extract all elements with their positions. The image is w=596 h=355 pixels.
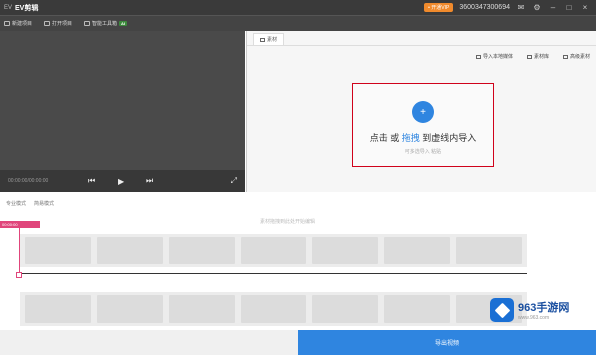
clip-placeholder bbox=[25, 237, 91, 264]
library-button[interactable]: 素材库 bbox=[526, 53, 549, 60]
clip-placeholder bbox=[96, 295, 163, 323]
timeline-mode-tabs: 专业模式 简易模式 bbox=[6, 200, 54, 207]
new-project-icon bbox=[4, 21, 10, 26]
watermark-text: 963手游网 www.963.com bbox=[518, 299, 569, 321]
clip-placeholder bbox=[456, 237, 523, 264]
prev-frame-icon[interactable]: ⏮ bbox=[88, 176, 95, 186]
watermark-name: 963手游网 bbox=[518, 302, 570, 314]
main-toolbar: 新建项目 打开项目 智能工具箱 AI bbox=[0, 15, 596, 31]
tab-pro-mode[interactable]: 专业模式 bbox=[6, 200, 26, 207]
import-local-icon bbox=[475, 54, 481, 59]
clip-placeholder bbox=[240, 295, 307, 323]
new-project-label: 新建项目 bbox=[12, 21, 33, 27]
clip-placeholder bbox=[384, 295, 451, 323]
import-local-label: 导入本地媒体 bbox=[482, 54, 513, 60]
audio-track[interactable] bbox=[20, 292, 527, 326]
folder-icon bbox=[260, 37, 265, 42]
watermark-url: www.963.com bbox=[518, 315, 550, 321]
settings-icon[interactable]: ⚙ bbox=[532, 0, 542, 15]
logo-mark: EV bbox=[4, 4, 13, 11]
clip-placeholder bbox=[25, 295, 91, 323]
titlebar-right: • 开通VIP 3600347300694 ✉ ⚙ – □ × bbox=[424, 0, 596, 15]
timeline-hint: 素材拖拽到此处开始编辑 bbox=[260, 219, 316, 225]
toolbox-icon bbox=[84, 21, 91, 26]
premium-label: 高级素材 bbox=[569, 54, 590, 60]
library-icon bbox=[526, 54, 532, 59]
import-or-text: 或 bbox=[387, 133, 402, 143]
toolbox-label: 智能工具箱 bbox=[92, 21, 118, 27]
track-divider bbox=[20, 273, 527, 274]
export-button[interactable]: 导出视频 bbox=[298, 330, 596, 355]
site-watermark: 963手游网 www.963.com bbox=[490, 298, 569, 322]
play-icon[interactable]: ▶ bbox=[118, 177, 124, 186]
video-preview: 00:00:00/00:00:00 ⏮ ▶ ⏭ ⤢ bbox=[0, 31, 245, 192]
open-project-button[interactable]: 打开项目 bbox=[44, 20, 72, 27]
import-click-text: 点击 bbox=[369, 133, 388, 143]
media-panel: 素材 导入本地媒体 素材库 高级素材 + 点击 或 拖拽 到虚线内导入 可多选导… bbox=[246, 31, 596, 192]
import-local-button[interactable]: 导入本地媒体 bbox=[475, 53, 513, 60]
ai-badge: AI bbox=[119, 21, 128, 26]
close-button[interactable]: × bbox=[580, 0, 590, 15]
playhead-handle[interactable] bbox=[16, 272, 22, 278]
clip-placeholder bbox=[312, 295, 379, 323]
title-bar: EV EV剪辑 • 开通VIP 3600347300694 ✉ ⚙ – □ × bbox=[0, 0, 596, 15]
media-actions: 导入本地媒体 素材库 高级素材 bbox=[475, 53, 590, 60]
playhead-line[interactable] bbox=[19, 228, 20, 276]
open-project-icon bbox=[44, 21, 51, 26]
add-media-icon[interactable]: + bbox=[412, 101, 434, 123]
next-frame-icon[interactable]: ⏭ bbox=[146, 176, 153, 186]
video-track[interactable] bbox=[20, 234, 527, 267]
user-id[interactable]: 3600347300694 bbox=[459, 4, 510, 11]
tab-simple-mode[interactable]: 简易模式 bbox=[34, 200, 54, 207]
watermark-logo-icon bbox=[490, 298, 514, 322]
import-instruction: 点击 或 拖拽 到虚线内导入 bbox=[370, 131, 477, 144]
import-suffix-text: 到虚线内导入 bbox=[419, 133, 477, 143]
clip-placeholder bbox=[384, 237, 451, 264]
message-icon[interactable]: ✉ bbox=[516, 0, 526, 15]
playhead-time[interactable]: 00:00:00 bbox=[0, 221, 40, 228]
import-drag-text: 拖拽 bbox=[401, 133, 420, 143]
new-project-button[interactable]: 新建项目 bbox=[4, 20, 32, 27]
tab-media-label: 素材 bbox=[267, 37, 278, 43]
minimize-button[interactable]: – bbox=[548, 0, 558, 15]
toolbox-button[interactable]: 智能工具箱 AI bbox=[84, 20, 128, 27]
playback-controls: 00:00:00/00:00:00 ⏮ ▶ ⏭ ⤢ bbox=[0, 170, 245, 192]
fullscreen-icon[interactable]: ⤢ bbox=[231, 176, 237, 186]
import-subtext: 可多选导入 粘贴 bbox=[404, 149, 442, 155]
premium-icon bbox=[562, 54, 568, 59]
library-label: 素材库 bbox=[533, 54, 549, 60]
clip-placeholder bbox=[168, 295, 235, 323]
open-project-label: 打开项目 bbox=[52, 21, 73, 27]
clip-placeholder bbox=[168, 237, 235, 264]
clip-placeholder bbox=[312, 237, 379, 264]
premium-button[interactable]: 高级素材 bbox=[562, 53, 590, 60]
cube-icon bbox=[494, 302, 510, 318]
import-drop-zone[interactable]: + 点击 或 拖拽 到虚线内导入 可多选导入 粘贴 bbox=[352, 83, 494, 167]
timecode: 00:00:00/00:00:00 bbox=[8, 178, 49, 184]
maximize-button[interactable]: □ bbox=[564, 0, 574, 15]
clip-placeholder bbox=[240, 237, 307, 264]
app-title: EV剪辑 bbox=[15, 4, 39, 12]
clip-placeholder bbox=[96, 237, 163, 264]
vip-button[interactable]: • 开通VIP bbox=[424, 3, 454, 12]
bottom-bar: 导出视频 bbox=[0, 330, 596, 355]
app-logo: EV EV剪辑 bbox=[4, 3, 38, 13]
media-tabs: 素材 bbox=[247, 31, 596, 46]
tab-media[interactable]: 素材 bbox=[253, 33, 285, 45]
